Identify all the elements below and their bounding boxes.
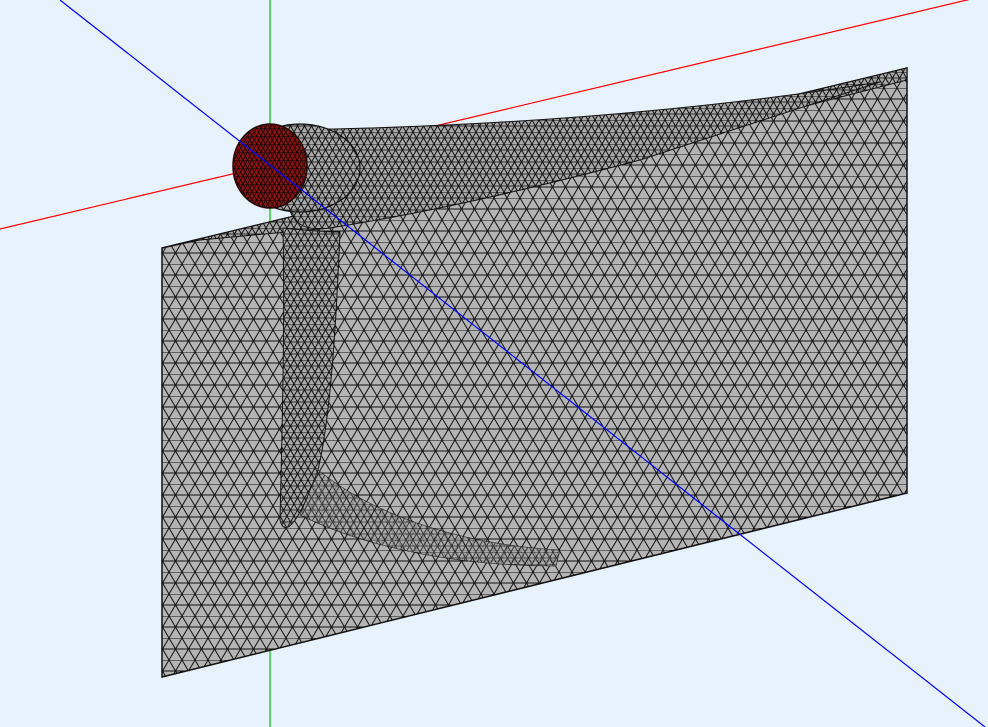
mesh-scene[interactable] bbox=[0, 0, 988, 727]
port-face[interactable] bbox=[232, 123, 308, 209]
3d-viewport[interactable] bbox=[0, 0, 988, 727]
